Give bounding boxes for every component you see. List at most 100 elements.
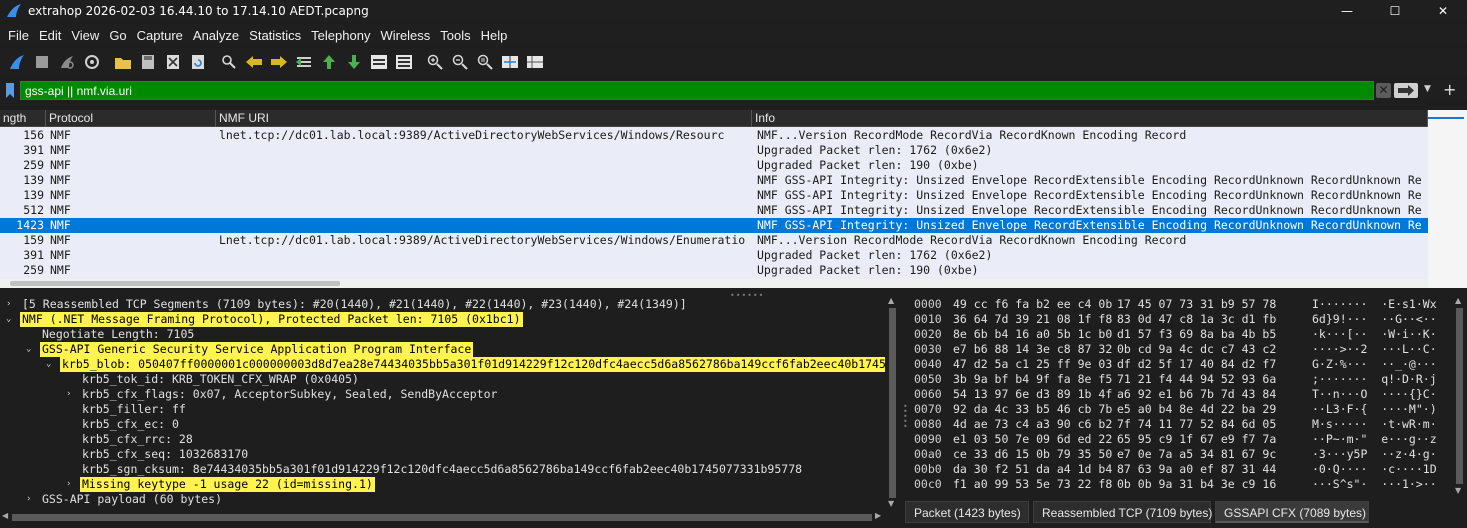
hex-offset[interactable]: 0020 — [914, 327, 942, 342]
menu-wireless[interactable]: Wireless — [380, 28, 430, 43]
table-row[interactable]: 139 NMF NMF GSS-API Integrity: Unsized Env… — [0, 173, 1428, 188]
hex-offset[interactable]: 0060 — [914, 387, 942, 402]
table-row[interactable]: 259 NMF Upgraded Packet rlen: 190 (0xbe) — [0, 263, 1428, 278]
hex-offset[interactable]: 0040 — [914, 357, 942, 372]
first-packet-icon[interactable] — [318, 51, 340, 73]
maximize-button[interactable]: ☐ — [1371, 0, 1419, 22]
bookmark-icon[interactable] — [5, 83, 15, 98]
expand-arrow-icon[interactable]: › — [26, 492, 36, 507]
hex-offset[interactable]: 0030 — [914, 342, 942, 357]
zoom-out-icon[interactable] — [449, 51, 471, 73]
bytes-vscroll[interactable]: ▲ ▼ — [1452, 296, 1467, 496]
hex-bytes-2[interactable]: 0b 0b 9a 31 b4 3e c9 16 — [1117, 477, 1276, 492]
expand-arrow-icon[interactable]: ⌄ — [6, 312, 16, 327]
hex-offset[interactable]: 0000 — [914, 297, 942, 312]
open-folder-icon[interactable] — [112, 51, 134, 73]
hex-bytes-1[interactable]: e7 b6 88 14 3e c8 87 32 — [953, 342, 1112, 357]
hex-ascii[interactable]: ·k···[·· ·W·i··K· — [1312, 327, 1437, 342]
tab-gssapi-cfx[interactable]: GSSAPI CFX (7089 bytes) — [1215, 501, 1369, 523]
hex-bytes-2[interactable]: 71 21 f4 44 94 52 93 6a — [1117, 372, 1276, 387]
hex-bytes-2[interactable]: 17 45 07 73 31 b9 57 78 — [1117, 297, 1276, 312]
expand-all-icon[interactable] — [524, 51, 546, 73]
expand-arrow-icon[interactable]: ⌄ — [26, 342, 36, 357]
hex-ascii[interactable]: ·0·Q···· ·c····1D — [1312, 462, 1437, 477]
hex-ascii[interactable]: ·3···y5P ··z·4·g· — [1312, 447, 1437, 462]
options-gear-icon[interactable] — [81, 51, 103, 73]
table-row-selected[interactable]: 1423 NMF NMF GSS-API Integrity: Unsized En… — [0, 218, 1428, 233]
hex-ascii[interactable]: ··L3·F·{ ····M"·) — [1312, 402, 1437, 417]
hex-offset[interactable]: 0080 — [914, 417, 942, 432]
tree-item[interactable]: › krb5_cfx_flags: 0x07, AcceptorSubkey, S… — [0, 387, 885, 402]
menu-analyze[interactable]: Analyze — [193, 28, 239, 43]
expand-arrow-icon[interactable]: ⌄ — [46, 357, 56, 372]
restart-icon[interactable] — [56, 51, 78, 73]
hex-bytes-1[interactable]: f1 a0 99 53 5e 73 22 f8 — [953, 477, 1112, 492]
menu-go[interactable]: Go — [109, 28, 126, 43]
table-row[interactable]: 156 NMF lnet.tcp://dc01.lab.local:9389/Act… — [0, 128, 1428, 143]
hex-ascii[interactable]: M·s····· ·t·wR·m· — [1312, 417, 1437, 432]
hex-bytes-2[interactable]: e5 a0 b4 8e 4d 22 ba 29 — [1117, 402, 1276, 417]
menu-help[interactable]: Help — [481, 28, 508, 43]
expand-arrow-icon[interactable]: › — [66, 477, 76, 492]
hex-offset[interactable]: 00c0 — [914, 477, 942, 492]
hex-ascii[interactable]: G·Z·%··· ··_·@··· — [1312, 357, 1437, 372]
packet-list-hscroll[interactable] — [0, 279, 1428, 288]
menu-view[interactable]: View — [71, 28, 99, 43]
hex-bytes-1[interactable]: ce 33 d6 15 0b 79 35 50 — [953, 447, 1112, 462]
hex-bytes-1[interactable]: da 30 f2 51 da a4 1d b4 — [953, 462, 1112, 477]
close-file-icon[interactable] — [162, 51, 184, 73]
tree-item[interactable]: krb5_cfx_rrc: 28 — [0, 432, 885, 447]
expand-arrow-icon[interactable]: › — [6, 297, 16, 312]
table-row[interactable]: 512 NMF NMF GSS-API Integrity: Unsized Env… — [0, 203, 1428, 218]
hex-bytes-1[interactable]: 92 da 4c 33 b5 46 cb 7b — [953, 402, 1112, 417]
menu-capture[interactable]: Capture — [137, 28, 183, 43]
expand-arrow-icon[interactable]: › — [66, 387, 76, 402]
hex-offset[interactable]: 0090 — [914, 432, 942, 447]
tree-item[interactable]: ⌄ krb5_blob: 050407ff0000001c000000003d8d… — [0, 357, 900, 372]
table-row[interactable]: 139 NMF NMF GSS-API Integrity: Unsized Env… — [0, 188, 1428, 203]
hex-ascii[interactable]: I······· ·E·s1·Wx — [1312, 297, 1437, 312]
reload-icon[interactable] — [187, 51, 209, 73]
tree-item[interactable]: krb5_cfx_ec: 0 — [0, 417, 885, 432]
hex-bytes-1[interactable]: 47 d2 5a c1 25 ff 9e 03 — [953, 357, 1112, 372]
tab-packet-bytes[interactable]: Packet (1423 bytes) — [905, 501, 1029, 523]
filter-history-dropdown[interactable]: ▼ — [1424, 84, 1431, 94]
stop-icon[interactable] — [31, 51, 53, 73]
tab-reassembled-tcp[interactable]: Reassembled TCP (7109 bytes) — [1033, 501, 1212, 523]
packet-minimap[interactable] — [1428, 110, 1467, 288]
hex-bytes-2[interactable]: a6 92 e1 b6 7b 7d 43 84 — [1117, 387, 1276, 402]
hex-bytes-2[interactable]: df d2 5f 17 40 84 d2 f7 — [1117, 357, 1276, 372]
hex-ascii[interactable]: ;······· q!·D·R·j — [1312, 372, 1437, 387]
hex-bytes-2[interactable]: 7f 74 11 77 52 84 6d 05 — [1117, 417, 1276, 432]
zoom-in-icon[interactable] — [424, 51, 446, 73]
autoscroll-icon[interactable] — [368, 51, 390, 73]
hex-ascii[interactable]: ··P~·m·" e···g··z — [1312, 432, 1437, 447]
apply-filter-button[interactable] — [1394, 83, 1418, 98]
hex-bytes-1[interactable]: 3b 9a bf b4 9f fa 8e f5 — [953, 372, 1112, 387]
hex-bytes-2[interactable]: 83 0d 47 c8 1a 3c d1 fb — [1117, 312, 1276, 327]
add-filter-button[interactable]: + — [1443, 80, 1456, 99]
hex-bytes-2[interactable]: e7 0e 7a a5 34 81 67 9c — [1117, 447, 1276, 462]
back-arrow-icon[interactable] — [243, 51, 265, 73]
shark-fin-icon[interactable] — [6, 51, 28, 73]
resize-columns-icon[interactable] — [499, 51, 521, 73]
tree-item[interactable]: krb5_sgn_cksum: 8e74434035bb5a301f01d914… — [0, 462, 885, 477]
tree-item[interactable]: › [5 Reassembled TCP Segments (7109 bytes… — [0, 297, 885, 312]
column-info[interactable]: Info — [752, 110, 1428, 127]
hex-bytes-2[interactable]: 65 95 c9 1f 67 e9 f7 7a — [1117, 432, 1276, 447]
column-length[interactable]: ngth — [0, 110, 46, 127]
table-row[interactable]: 391 NMF Upgraded Packet rlen: 1762 (0x6e2) — [0, 248, 1428, 263]
display-filter-input[interactable]: gss-api || nmf.via.uri — [20, 81, 1374, 100]
hex-bytes-1[interactable]: e1 03 50 7e 09 6d ed 22 — [953, 432, 1112, 447]
minimize-button[interactable]: — — [1323, 0, 1371, 22]
table-row[interactable]: 159 NMF Lnet.tcp://dc01.lab.local:9389/Act… — [0, 233, 1428, 248]
hex-offset[interactable]: 00b0 — [914, 462, 942, 477]
save-icon[interactable] — [137, 51, 159, 73]
forward-arrow-icon[interactable] — [268, 51, 290, 73]
tree-item[interactable]: Negotiate Length: 7105 — [0, 327, 885, 342]
colorize-icon[interactable] — [393, 51, 415, 73]
hex-offset[interactable]: 00a0 — [914, 447, 942, 462]
column-nmf-uri[interactable]: NMF URI — [216, 110, 752, 127]
hex-bytes-2[interactable]: d1 57 f3 69 8a ba 4b b5 — [1117, 327, 1276, 342]
tree-item[interactable]: › Missing keytype -1 usage 22 (id=missing… — [0, 477, 885, 492]
